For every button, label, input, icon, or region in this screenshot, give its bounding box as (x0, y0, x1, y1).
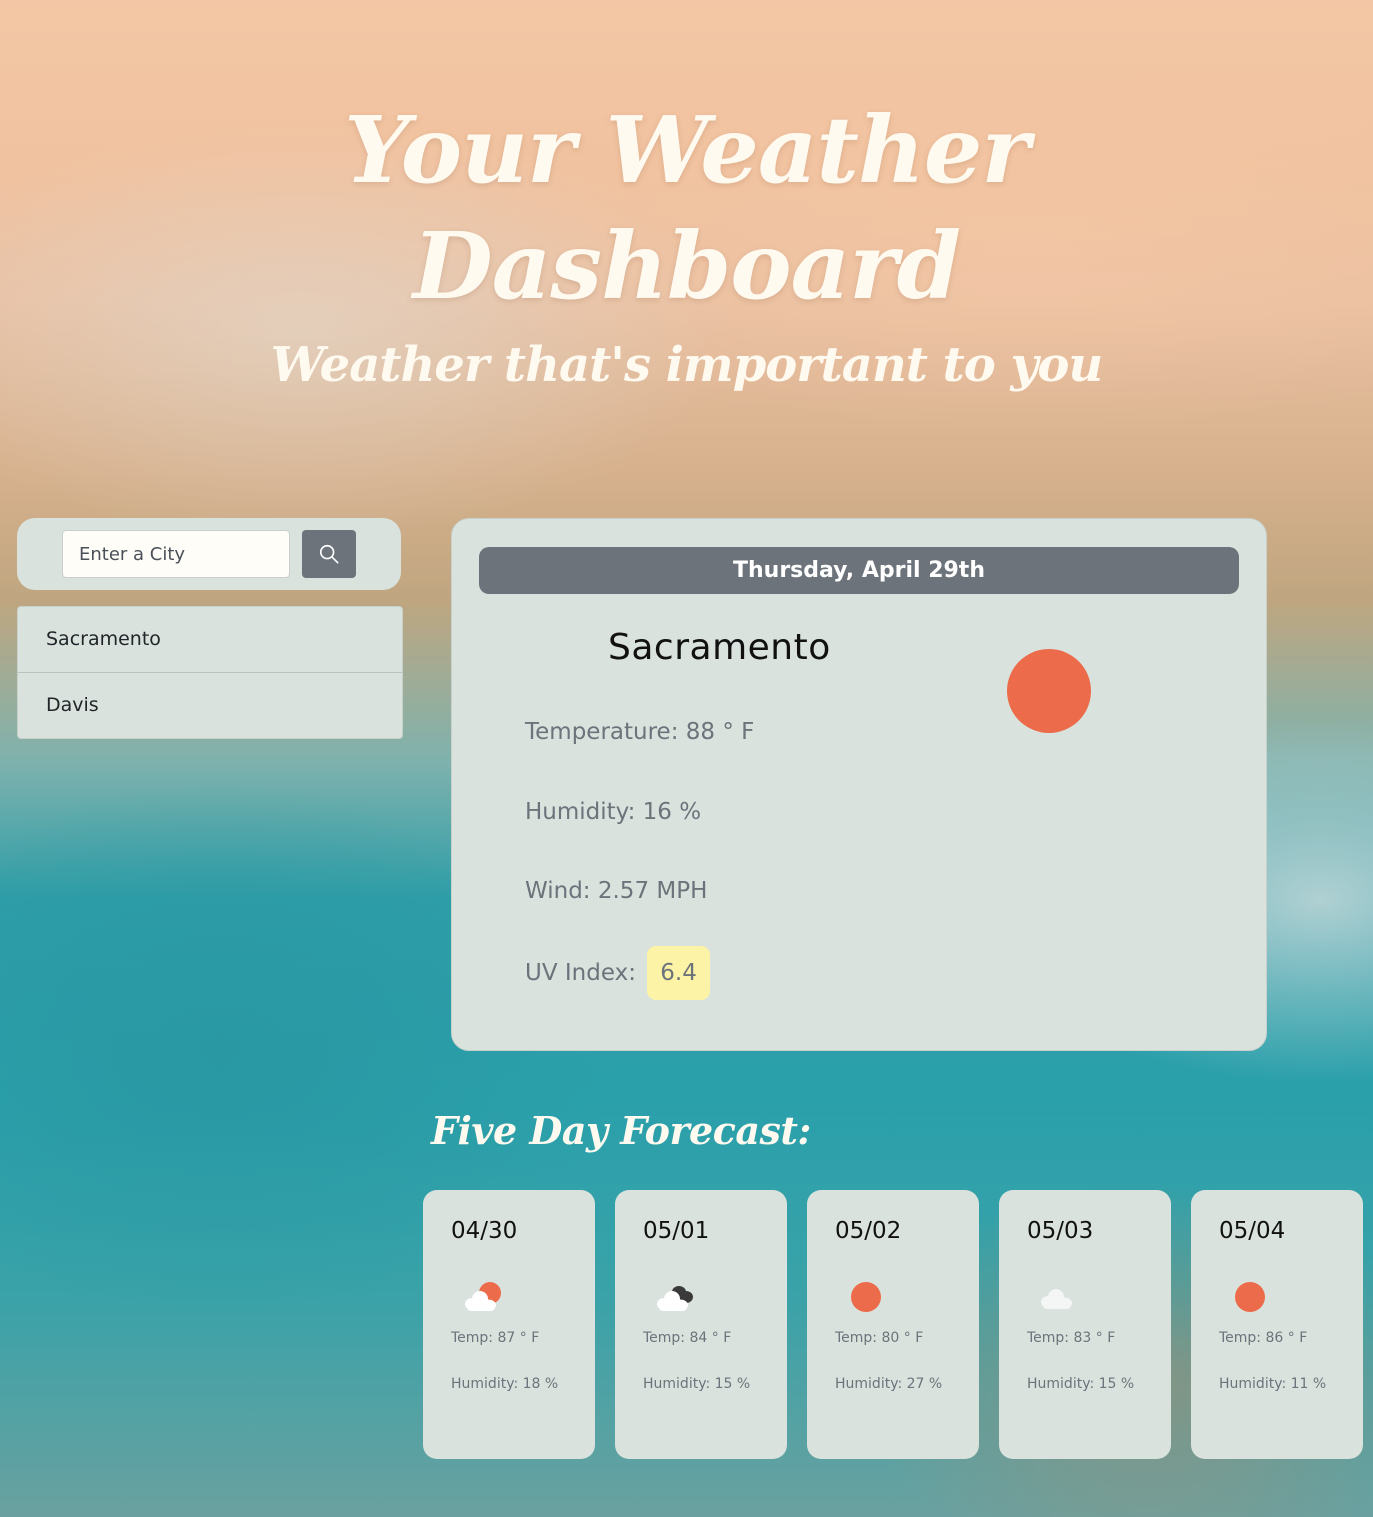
cloud-icon (1041, 1289, 1072, 1309)
current-weather-card: Thursday, April 29th Sacramento Temperat… (451, 518, 1267, 1051)
search-button[interactable] (302, 530, 356, 578)
forecast-humidity: Humidity: 15 % (643, 1376, 751, 1392)
page-title-line-1: Your Weather (344, 96, 1030, 204)
forecast-card-day-2: 05/01 Temp: 84 ° F Humidity: 15 % (615, 1190, 787, 1459)
current-city-name: Sacramento (608, 627, 831, 668)
history-item-sacramento[interactable]: Sacramento (18, 607, 402, 673)
forecast-date: 05/04 (1219, 1218, 1286, 1244)
history-item-davis[interactable]: Davis (18, 673, 402, 738)
search-history-list: Sacramento Davis (17, 606, 403, 739)
sun-icon (1007, 649, 1091, 733)
search-input[interactable] (62, 530, 290, 578)
page-title-line-2: Dashboard (412, 212, 961, 320)
forecast-card-day-4: 05/03 Temp: 83 ° F Humidity: 15 % (999, 1190, 1171, 1459)
current-wind: Wind: 2.57 MPH (525, 878, 708, 904)
forecast-date: 05/03 (1027, 1218, 1094, 1244)
uv-index-badge: 6.4 (647, 946, 710, 1000)
current-temperature: Temperature: 88 ° F (525, 719, 755, 745)
page-subtitle: Weather that's important to you (270, 337, 1104, 393)
search-icon (319, 544, 339, 564)
forecast-card-day-1: 04/30 Temp: 87 ° F Humidity: 18 % (423, 1190, 595, 1459)
search-panel (17, 518, 401, 590)
forecast-humidity: Humidity: 18 % (451, 1376, 559, 1392)
forecast-humidity: Humidity: 15 % (1027, 1376, 1135, 1392)
forecast-temp: Temp: 86 ° F (1219, 1330, 1308, 1346)
forecast-temp: Temp: 80 ° F (835, 1330, 924, 1346)
forecast-temp: Temp: 84 ° F (643, 1330, 732, 1346)
current-uv-row: UV Index: 6.4 (525, 946, 710, 1000)
cloudy-dark-icon (657, 1286, 693, 1311)
sun-icon (851, 1282, 881, 1312)
current-humidity: Humidity: 16 % (525, 799, 702, 825)
forecast-card-day-5: 05/04 Temp: 86 ° F Humidity: 11 % (1191, 1190, 1363, 1459)
forecast-temp: Temp: 87 ° F (451, 1330, 540, 1346)
forecast-temp: Temp: 83 ° F (1027, 1330, 1116, 1346)
partly-sunny-icon (465, 1282, 501, 1311)
page-title: Your Weather Dashboard (0, 92, 1373, 324)
forecast-humidity: Humidity: 11 % (1219, 1376, 1327, 1392)
forecast-date: 05/02 (835, 1218, 902, 1244)
current-date: Thursday, April 29th (479, 547, 1239, 594)
forecast-humidity: Humidity: 27 % (835, 1376, 943, 1392)
uv-label: UV Index: (525, 960, 636, 986)
forecast-card-day-3: 05/02 Temp: 80 ° F Humidity: 27 % (807, 1190, 979, 1459)
forecast-date: 05/01 (643, 1218, 710, 1244)
forecast-date: 04/30 (451, 1218, 518, 1244)
forecast-title: Five Day Forecast: (431, 1108, 811, 1153)
sun-icon (1235, 1282, 1265, 1312)
